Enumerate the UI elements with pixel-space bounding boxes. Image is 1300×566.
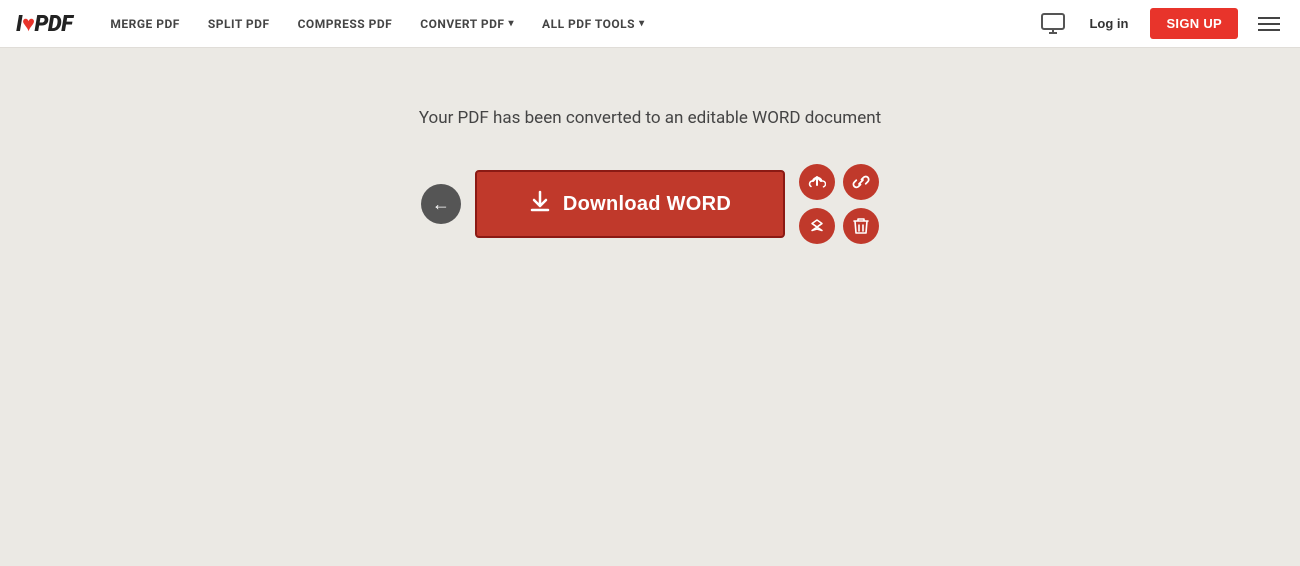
- nav-split-pdf[interactable]: SPLIT PDF: [194, 0, 284, 48]
- convert-pdf-caret: ▾: [509, 18, 515, 29]
- hamburger-line-3: [1258, 29, 1280, 31]
- login-button[interactable]: Log in: [1079, 10, 1138, 37]
- upload-cloud-button[interactable]: [799, 164, 835, 200]
- download-word-label: Download WORD: [563, 193, 731, 216]
- logo[interactable]: I♥PDF: [16, 11, 72, 37]
- hamburger-line-1: [1258, 17, 1280, 19]
- dropbox-button[interactable]: [799, 208, 835, 244]
- side-actions: [799, 164, 879, 244]
- nav-compress-pdf[interactable]: COMPRESS PDF: [284, 0, 407, 48]
- delete-button[interactable]: [843, 208, 879, 244]
- back-arrow-icon: ←: [432, 194, 450, 215]
- nav-links: MERGE PDF SPLIT PDF COMPRESS PDF CONVERT…: [96, 0, 1039, 48]
- logo-text: I♥PDF: [16, 11, 72, 37]
- hamburger-menu[interactable]: [1254, 13, 1284, 35]
- signup-button[interactable]: Sign up: [1150, 8, 1238, 39]
- logo-heart: ♥: [22, 12, 35, 37]
- nav-all-pdf-tools[interactable]: ALL PDF TOOLS ▾: [528, 0, 659, 48]
- action-row: ← Download WORD: [421, 164, 879, 244]
- side-actions-top-row: [799, 164, 879, 200]
- logo-suffix: PDF: [35, 12, 73, 37]
- nav-convert-pdf[interactable]: CONVERT PDF ▾: [406, 0, 528, 48]
- main-content: Your PDF has been converted to an editab…: [0, 48, 1300, 244]
- side-actions-bottom-row: [799, 208, 879, 244]
- nav-right: Log in Sign up: [1039, 8, 1284, 39]
- monitor-icon[interactable]: [1039, 10, 1067, 38]
- all-tools-caret: ▾: [639, 18, 645, 29]
- hamburger-line-2: [1258, 23, 1280, 25]
- download-icon: [529, 190, 551, 218]
- nav-merge-pdf[interactable]: MERGE PDF: [96, 0, 193, 48]
- back-button[interactable]: ←: [421, 184, 461, 224]
- navbar: I♥PDF MERGE PDF SPLIT PDF COMPRESS PDF C…: [0, 0, 1300, 48]
- copy-link-button[interactable]: [843, 164, 879, 200]
- download-word-button[interactable]: Download WORD: [475, 170, 785, 238]
- success-message: Your PDF has been converted to an editab…: [419, 108, 881, 128]
